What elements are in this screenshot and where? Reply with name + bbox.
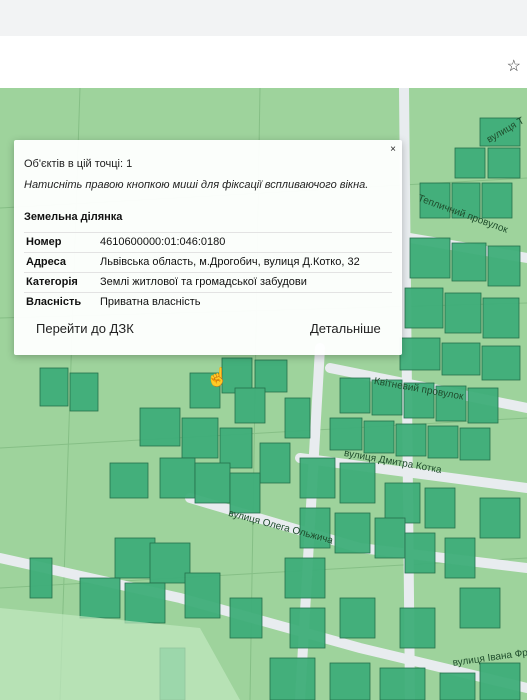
row-key: Номер <box>26 236 62 248</box>
info-row-ownership: Власність Приватна власність <box>24 292 392 313</box>
popup-hint: Натисніть правою кнопкою миші для фіксац… <box>24 179 369 191</box>
go-to-dzk-button[interactable]: Перейти до ДЗК <box>36 321 134 336</box>
star-icon[interactable]: ☆ <box>507 56 521 76</box>
info-row-category: Категорія Землі житлової та громадської … <box>24 272 392 293</box>
section-title: Земельна ділянка <box>24 211 123 223</box>
info-row-number: Номер 4610600000:01:046:0180 <box>24 232 392 253</box>
browser-tab-strip <box>0 0 527 36</box>
feature-info-popup: × Об'єктів в цій точці: 1 Натисніть прав… <box>14 140 402 355</box>
browser-toolbar <box>0 36 527 89</box>
row-value: Приватна власність <box>100 296 201 308</box>
hand-cursor-icon: ☝ <box>206 367 229 387</box>
row-value: Землі житлової та громадської забудови <box>100 276 307 288</box>
details-button[interactable]: Детальніше <box>310 321 381 336</box>
row-key: Адреса <box>26 256 66 268</box>
info-row-address: Адреса Львівська область, м.Дрогобич, ву… <box>24 252 392 273</box>
row-key: Власність <box>26 296 82 308</box>
row-value: Львівська область, м.Дрогобич, вулиця Д.… <box>100 256 360 268</box>
row-value: 4610600000:01:046:0180 <box>100 236 226 248</box>
row-key: Категорія <box>26 276 78 288</box>
close-icon[interactable]: × <box>390 144 396 155</box>
objects-count: Об'єктів в цій точці: 1 <box>24 158 133 170</box>
